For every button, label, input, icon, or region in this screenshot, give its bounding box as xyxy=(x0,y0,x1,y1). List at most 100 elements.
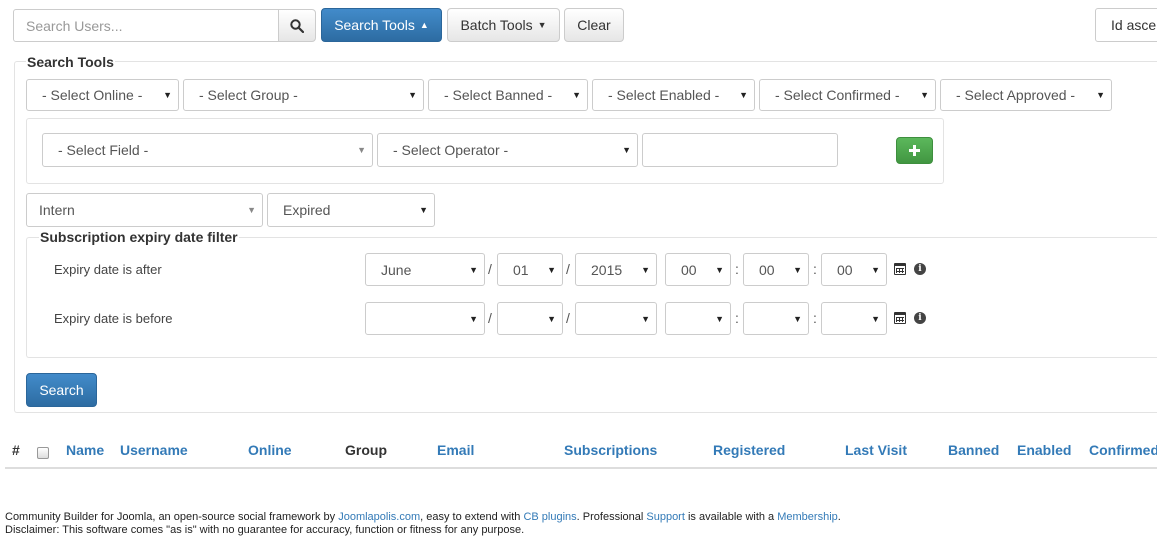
subscription-status-select[interactable]: Expired ▼ xyxy=(267,193,435,227)
dropdown-arrow-icon: ▼ xyxy=(572,90,581,100)
search-button[interactable] xyxy=(278,9,316,42)
add-filter-button[interactable] xyxy=(896,137,933,164)
after-day-select[interactable]: 01 ▼ xyxy=(497,253,563,286)
subscription-plan-value: Intern xyxy=(39,202,75,218)
operator-select[interactable]: - Select Operator - ▼ xyxy=(377,133,638,167)
dropdown-arrow-icon: ▼ xyxy=(715,264,724,275)
after-year-select[interactable]: 2015 ▼ xyxy=(575,253,657,286)
footer-text: Community Builder for Joomla, an open-so… xyxy=(5,511,339,523)
before-month-select[interactable]: ▼ xyxy=(365,302,485,335)
caret-down-icon: ▼ xyxy=(537,20,547,30)
footer-text: . xyxy=(837,511,841,523)
search-tools-toggle-button[interactable]: Search Tools ▲ xyxy=(321,8,442,42)
time-separator: : xyxy=(735,310,739,326)
column-header-group: Group xyxy=(345,442,387,458)
dropdown-arrow-icon: ▼ xyxy=(871,264,880,275)
column-header-registered[interactable]: Registered xyxy=(713,442,785,458)
support-link[interactable]: Support xyxy=(646,511,685,523)
online-filter-value: - Select Online - xyxy=(42,87,143,103)
column-header-subscriptions[interactable]: Subscriptions xyxy=(564,442,657,458)
clear-button[interactable]: Clear xyxy=(564,8,624,42)
column-header-enabled[interactable]: Enabled xyxy=(1017,442,1071,458)
enabled-filter-select[interactable]: - Select Enabled - ▼ xyxy=(592,79,755,111)
after-month-select[interactable]: June ▼ xyxy=(365,253,485,286)
column-header-username[interactable]: Username xyxy=(120,442,188,458)
expiry-filter-legend: Subscription expiry date filter xyxy=(39,229,239,245)
column-header-name[interactable]: Name xyxy=(66,442,104,458)
dropdown-arrow-icon: ▼ xyxy=(739,90,748,100)
column-header-confirmed[interactable]: Confirmed xyxy=(1089,442,1157,458)
subscription-status-value: Expired xyxy=(283,202,331,218)
search-submit-button[interactable]: Search xyxy=(26,373,97,407)
column-header-online[interactable]: Online xyxy=(248,442,292,458)
search-tools-toggle-label: Search Tools xyxy=(334,17,415,33)
dropdown-arrow-icon: ▼ xyxy=(920,90,929,100)
footer-text: . Professional xyxy=(576,511,647,523)
search-tools-legend: Search Tools xyxy=(26,54,115,70)
select-all-checkbox[interactable] xyxy=(37,447,49,459)
footer-text: is available with a xyxy=(684,511,778,523)
group-filter-select[interactable]: - Select Group - ▼ xyxy=(183,79,424,111)
clear-label: Clear xyxy=(577,17,611,33)
confirmed-filter-select[interactable]: - Select Confirmed - ▼ xyxy=(759,79,936,111)
sort-select-value: Id asce xyxy=(1111,17,1157,33)
column-header-id: # xyxy=(12,442,20,458)
table-header-divider xyxy=(5,467,1157,469)
membership-link[interactable]: Membership xyxy=(777,511,838,523)
expiry-before-label: Expiry date is before xyxy=(54,311,173,326)
field-select[interactable]: - Select Field - ▼ xyxy=(42,133,373,167)
dropdown-arrow-icon: ▼ xyxy=(247,205,256,215)
dropdown-arrow-icon: ▼ xyxy=(1096,90,1105,100)
banned-filter-value: - Select Banned - xyxy=(444,87,553,103)
confirmed-filter-value: - Select Confirmed - xyxy=(775,87,900,103)
field-value-input[interactable] xyxy=(642,133,838,167)
dropdown-arrow-icon: ▼ xyxy=(793,264,802,275)
column-header-banned[interactable]: Banned xyxy=(948,442,999,458)
approved-filter-select[interactable]: - Select Approved - ▼ xyxy=(940,79,1112,111)
search-icon xyxy=(290,18,304,33)
dropdown-arrow-icon: ▼ xyxy=(622,145,631,155)
batch-tools-label: Batch Tools xyxy=(460,17,533,33)
online-filter-select[interactable]: - Select Online - ▼ xyxy=(26,79,179,111)
before-second-select[interactable]: ▼ xyxy=(821,302,887,335)
subscription-plan-select[interactable]: Intern ▼ xyxy=(26,193,263,227)
before-day-select[interactable]: ▼ xyxy=(497,302,563,335)
search-input[interactable] xyxy=(13,9,279,42)
after-year-value: 2015 xyxy=(591,261,623,278)
calendar-icon[interactable] xyxy=(894,312,906,324)
dropdown-arrow-icon: ▼ xyxy=(547,264,556,275)
after-second-select[interactable]: 00 ▼ xyxy=(821,253,887,286)
after-minute-select[interactable]: 00 ▼ xyxy=(743,253,809,286)
before-hour-select[interactable]: ▼ xyxy=(665,302,731,335)
after-second-value: 00 xyxy=(837,261,853,278)
joomlapolis-link[interactable]: Joomlapolis.com xyxy=(338,511,420,523)
info-icon[interactable]: i xyxy=(914,312,926,324)
column-header-last-visit[interactable]: Last Visit xyxy=(845,442,907,458)
caret-up-icon: ▲ xyxy=(419,20,429,30)
time-separator: : xyxy=(735,261,739,277)
batch-tools-button[interactable]: Batch Tools ▼ xyxy=(447,8,560,42)
time-separator: : xyxy=(813,310,817,326)
sort-select[interactable]: Id asce xyxy=(1095,8,1157,42)
calendar-icon[interactable] xyxy=(894,263,906,275)
dropdown-arrow-icon: ▼ xyxy=(469,313,478,324)
after-month-value: June xyxy=(381,261,412,278)
after-day-value: 01 xyxy=(513,261,529,278)
date-separator: / xyxy=(566,310,570,326)
info-icon[interactable]: i xyxy=(914,263,926,275)
after-hour-value: 00 xyxy=(681,261,697,278)
after-minute-value: 00 xyxy=(759,261,775,278)
cb-plugins-link[interactable]: CB plugins xyxy=(523,511,576,523)
search-submit-label: Search xyxy=(39,382,84,398)
expiry-after-label: Expiry date is after xyxy=(54,262,162,277)
dropdown-arrow-icon: ▼ xyxy=(793,313,802,324)
after-hour-select[interactable]: 00 ▼ xyxy=(665,253,731,286)
dropdown-arrow-icon: ▼ xyxy=(408,90,417,100)
before-minute-select[interactable]: ▼ xyxy=(743,302,809,335)
dropdown-arrow-icon: ▼ xyxy=(419,205,428,215)
banned-filter-select[interactable]: - Select Banned - ▼ xyxy=(428,79,588,111)
column-header-email[interactable]: Email xyxy=(437,442,474,458)
dropdown-arrow-icon: ▼ xyxy=(641,313,650,324)
dropdown-arrow-icon: ▼ xyxy=(469,264,478,275)
before-year-select[interactable]: ▼ xyxy=(575,302,657,335)
